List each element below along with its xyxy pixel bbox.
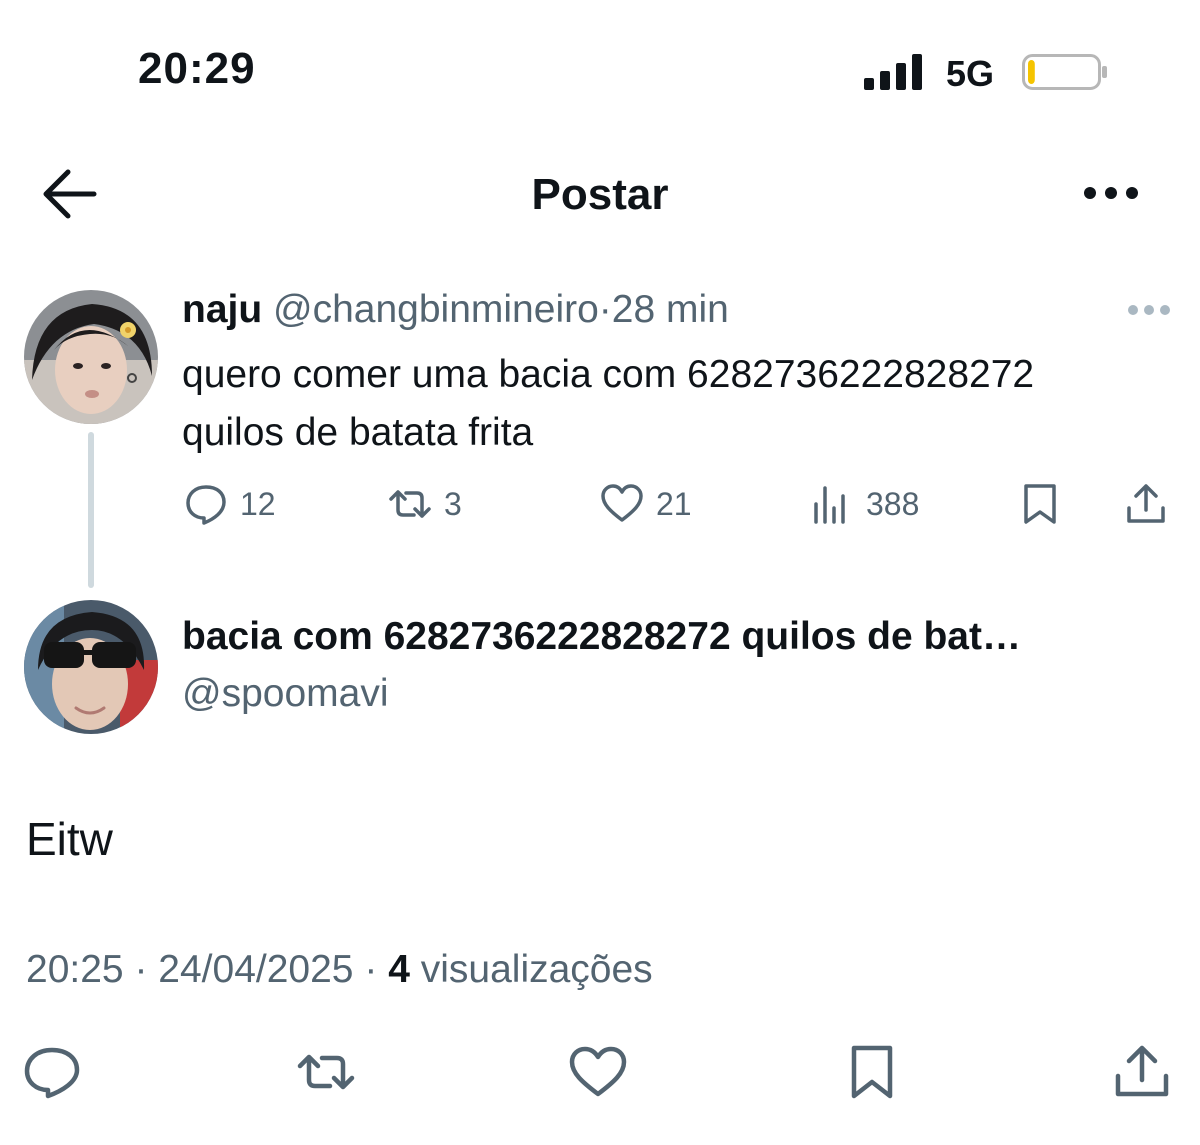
share-button[interactable] xyxy=(1124,482,1168,526)
views-button[interactable]: 388 xyxy=(810,482,919,526)
like-button[interactable]: 21 xyxy=(600,482,692,526)
views-label[interactable]: visualizações xyxy=(421,948,653,991)
reply-icon xyxy=(186,485,226,525)
like-button[interactable] xyxy=(568,1044,628,1100)
analytics-icon xyxy=(814,486,845,524)
tweet-text: quero comer uma bacia com 62827362228282… xyxy=(182,353,1035,454)
like-count: 21 xyxy=(656,485,692,522)
status-time: 20:29 xyxy=(138,44,256,93)
separator: · xyxy=(364,948,378,991)
cellular-signal-icon xyxy=(864,54,922,90)
retweet-icon xyxy=(297,1054,355,1090)
tweet-metadata: 20:25 · 24/04/2025 · 4 visualizações xyxy=(26,948,653,992)
heart-icon xyxy=(601,484,643,522)
bookmark-icon xyxy=(851,1045,893,1099)
reply-button[interactable] xyxy=(22,1044,82,1100)
reply-count: 12 xyxy=(240,485,276,522)
tweet-header: naju @changbinmineiro·28 min xyxy=(182,288,729,332)
share-button[interactable] xyxy=(1112,1044,1172,1100)
display-name[interactable]: naju xyxy=(182,288,262,331)
retweet-count: 3 xyxy=(444,485,462,522)
reply-icon xyxy=(24,1047,80,1099)
retweet-button[interactable] xyxy=(296,1044,356,1100)
network-type: 5G xyxy=(946,53,995,94)
thread-connector xyxy=(88,432,94,588)
views-count: 388 xyxy=(866,485,920,522)
separator: · xyxy=(134,948,148,991)
avatar[interactable] xyxy=(24,600,158,734)
post-date: 24/04/2025 xyxy=(158,948,354,991)
share-icon xyxy=(1115,1045,1169,1097)
timestamp[interactable]: 28 min xyxy=(612,288,729,331)
separator: · xyxy=(598,288,612,331)
post-time: 20:25 xyxy=(26,948,124,991)
bookmark-icon xyxy=(1024,484,1056,524)
views-count: 4 xyxy=(388,948,410,991)
more-horizontal-icon[interactable] xyxy=(1082,183,1140,203)
retweet-icon xyxy=(389,490,431,518)
more-horizontal-icon[interactable] xyxy=(1126,302,1172,318)
battery-icon xyxy=(1022,54,1107,90)
handle[interactable]: @spoomavi xyxy=(182,672,389,716)
bookmark-button[interactable] xyxy=(1018,482,1062,526)
heart-icon xyxy=(569,1046,627,1097)
handle[interactable]: @changbinmineiro xyxy=(273,288,599,331)
retweet-button[interactable]: 3 xyxy=(388,482,462,526)
tweet-text: Eitw xyxy=(26,813,113,865)
display-name[interactable]: bacia com 6282736222828272 quilos de bat… xyxy=(182,615,1021,659)
page-title: Postar xyxy=(531,170,669,219)
bookmark-button[interactable] xyxy=(842,1044,902,1100)
share-icon xyxy=(1127,484,1165,523)
avatar[interactable] xyxy=(24,290,158,424)
post-detail-screen: 20:29 5G Postar naju @changbinmineiro·28… xyxy=(0,0,1200,1145)
reply-button[interactable]: 12 xyxy=(184,482,276,526)
